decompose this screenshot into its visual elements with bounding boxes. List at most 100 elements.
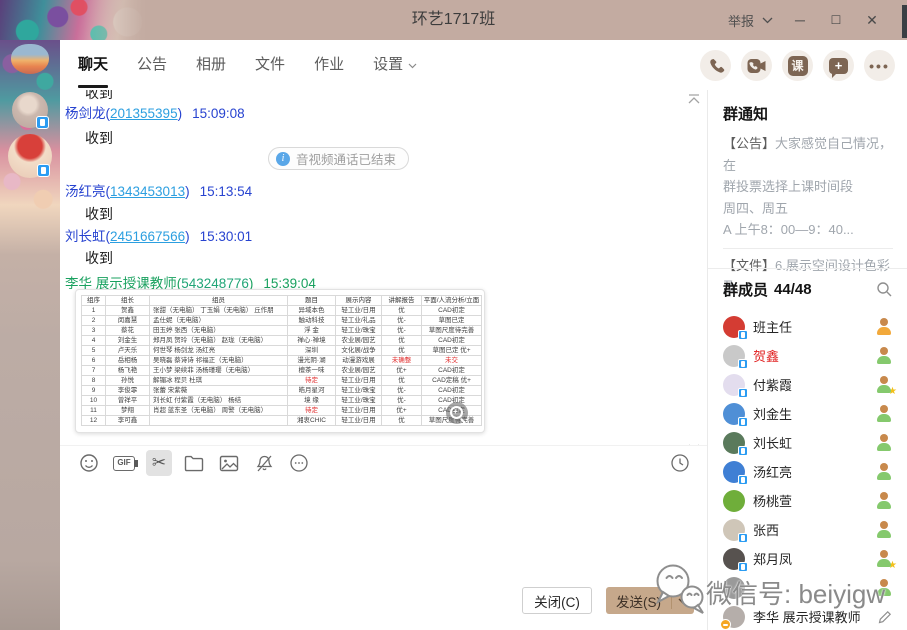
message-text: 收到 [85, 128, 113, 148]
table-cell: 草图尺度待完善 [422, 326, 482, 336]
member-icon: ★ [875, 550, 893, 567]
announcement-prefix: 【公告】 [723, 136, 775, 151]
table-cell: CAD初定 [422, 306, 482, 316]
group-assignment-table-image[interactable]: 组序组长组员题目展示内容讲解报告平面/人流分析/立面 1贺鑫张甜（无电脑） 丁玉… [75, 289, 485, 433]
table-cell: 漫光阴·湖 [288, 356, 336, 366]
table-cell: 禅心·禅境 [288, 336, 336, 346]
tab-albums[interactable]: 相册 [196, 40, 226, 90]
sender-uin-link[interactable]: 1343453013 [110, 184, 185, 199]
member-row[interactable]: 付紫霞★ [708, 370, 907, 399]
sender-uin-link[interactable]: 201355395 [110, 106, 178, 121]
member-icon [875, 405, 893, 422]
table-cell: 轻工业/日用 [336, 416, 382, 426]
member-name: 刘长虹 [753, 433, 875, 452]
table-cell: 优 [382, 336, 422, 346]
mobile-online-badge [738, 388, 748, 398]
table-cell: 8 [82, 376, 106, 386]
table-cell: 王小梦 梁续菲 汤杨瑾璎（无电脑） [150, 366, 288, 376]
tab-announcements[interactable]: 公告 [137, 40, 167, 90]
more-tools-button[interactable] [286, 450, 312, 476]
close-button-composer[interactable]: 关闭(C) [522, 587, 592, 614]
report-button[interactable]: 举报 [728, 11, 773, 30]
tab-files[interactable]: 文件 [255, 40, 285, 90]
table-cell: 境 缘 [288, 396, 336, 406]
report-label: 举报 [728, 11, 754, 30]
table-cell: 草图已定 优+ [422, 346, 482, 356]
sender-uin-link[interactable]: 2451667566 [110, 229, 185, 244]
send-options-button[interactable] [672, 598, 694, 604]
table-cell: 触动科技 [288, 316, 336, 326]
sender-name[interactable]: 杨剑龙 [65, 106, 106, 121]
chevron-down-icon [678, 598, 688, 604]
star-icon: ★ [888, 560, 897, 571]
zoom-in-icon[interactable]: + [446, 402, 468, 424]
table-cell: 轻工业/珠宝 [336, 326, 382, 336]
table-cell: 湘衷CHIC [288, 416, 336, 426]
search-members-button[interactable] [876, 281, 893, 298]
scissors-icon: ✂ [152, 453, 166, 473]
emoji-button[interactable] [76, 450, 102, 476]
table-cell: 农业展/园艺 [336, 366, 382, 376]
table-cell: 闵嘉慧 [106, 316, 150, 326]
member-row[interactable]: 郑月凤★ [708, 544, 907, 573]
conversation-avatar[interactable] [11, 44, 49, 74]
table-cell: 刘金生 [106, 336, 150, 346]
message-history-button[interactable] [667, 450, 693, 476]
sender-name[interactable]: 汤红亮 [65, 184, 106, 199]
member-row[interactable]: 张西 [708, 515, 907, 544]
member-list: 班主任贺鑫付紫霞★刘金生刘长虹汤红亮杨桃萱张西郑月凤★ 李华 展示授课教师 [708, 312, 907, 630]
member-row[interactable]: 班主任 [708, 312, 907, 341]
bell-slash-icon [255, 454, 274, 473]
table-cell: 轻工业/珠宝 [336, 396, 382, 406]
scroll-to-top-button[interactable] [687, 93, 701, 105]
sender-name[interactable]: 刘长虹 [65, 229, 106, 244]
new-post-button[interactable] [823, 50, 854, 81]
mobile-online-badge [738, 533, 748, 543]
member-row[interactable] [708, 573, 907, 602]
member-row[interactable]: 刘长虹 [708, 428, 907, 457]
member-row[interactable]: 汤红亮 [708, 457, 907, 486]
member-row[interactable]: 贺鑫 [708, 341, 907, 370]
minimize-button[interactable]: ─ [791, 0, 809, 40]
tab-homework[interactable]: 作业 [314, 40, 344, 90]
message-sender[interactable]: 杨剑龙(201355395)15:09:08 [65, 102, 245, 122]
message-sender[interactable]: 刘长虹(2451667566)15:30:01 [65, 225, 252, 245]
announcement-text[interactable]: 群投票选择上课时间段 [723, 176, 893, 198]
send-button[interactable]: 发送(S) [606, 587, 694, 614]
announcement-text[interactable]: A 上午8：00—9：40... [723, 219, 893, 241]
member-row[interactable]: 李华 展示授课教师 [708, 602, 907, 630]
send-image-button[interactable] [216, 450, 242, 476]
message-input[interactable]: 关闭(C) 发送(S) [60, 480, 707, 630]
send-file-button[interactable] [181, 450, 207, 476]
table-cell: 6 [82, 356, 106, 366]
image-icon [219, 455, 239, 472]
mobile-online-badge [738, 359, 748, 369]
table-cell: 孙悦 [106, 376, 150, 386]
tab-chat[interactable]: 聊天 [78, 40, 108, 90]
message-sender[interactable]: 汤红亮(1343453013)15:13:54 [65, 180, 252, 200]
table-cell: 肖超 蓝东圣（无电脑） 周警（无电脑） [150, 406, 288, 416]
nudge-button[interactable] [251, 450, 277, 476]
maximize-button[interactable]: ☐ [827, 0, 845, 40]
member-row[interactable]: 刘金生 [708, 399, 907, 428]
screenshot-button[interactable]: ✂ [146, 450, 172, 476]
video-call-button[interactable] [741, 50, 772, 81]
table-cell: 5 [82, 346, 106, 356]
announcement-text[interactable]: 周四、周五 [723, 198, 893, 220]
close-button[interactable]: ✕ [863, 0, 881, 40]
class-button[interactable]: 课 [782, 50, 813, 81]
group-info-panel: 群通知 【公告】大家感觉自己情况，在 群投票选择上课时间段 周四、周五 A 上午… [707, 90, 907, 630]
edit-pencil-icon[interactable] [877, 609, 893, 625]
gif-button[interactable]: GIF [111, 450, 137, 476]
tab-settings[interactable]: 设置 [373, 40, 417, 90]
table-cell: 1 [82, 306, 106, 316]
group-notice-title: 群通知 [723, 103, 893, 124]
table-cell: 张甜（无电脑） 丁玉娟（无电脑） 丘作朋 [150, 306, 288, 316]
voice-call-button[interactable] [700, 50, 731, 81]
announcement-item[interactable]: 【公告】大家感觉自己情况，在 [723, 133, 893, 176]
tab-settings-label: 设置 [373, 56, 403, 73]
members-title: 群成员 [723, 279, 768, 300]
mobile-online-badge [738, 475, 748, 485]
member-row[interactable]: 杨桃萱 [708, 486, 907, 515]
more-actions-button[interactable]: ••• [864, 50, 895, 81]
